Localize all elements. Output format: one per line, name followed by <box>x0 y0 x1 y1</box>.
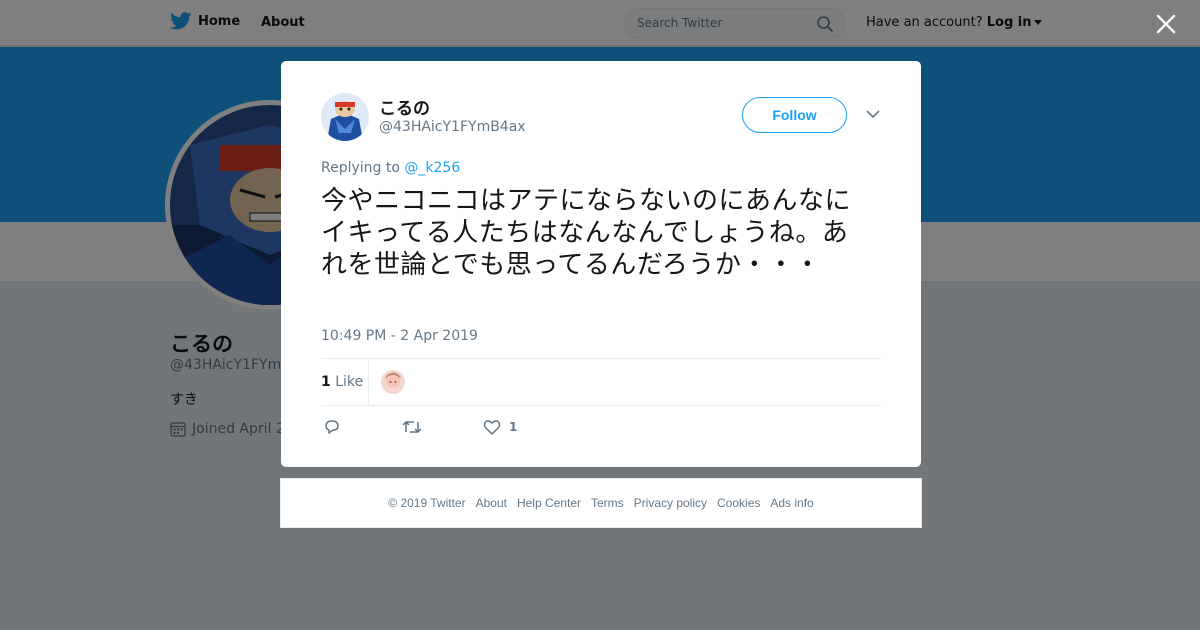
tweet-stats: 1 Like <box>321 358 881 406</box>
footer: © 2019 Twitter About Help Center Terms P… <box>280 478 922 528</box>
footer-copyright: © 2019 Twitter <box>388 496 466 510</box>
tweet-modal: こるの @43HAicY1FYmB4ax Follow Replying to … <box>281 61 921 467</box>
follow-button[interactable]: Follow <box>742 97 847 133</box>
heart-icon <box>483 420 501 435</box>
footer-link-about[interactable]: About <box>476 496 507 510</box>
liker-avatar-image <box>381 370 405 394</box>
footer-link-privacy[interactable]: Privacy policy <box>634 496 707 510</box>
likes-count-label: Like <box>335 374 364 390</box>
chevron-down-icon[interactable] <box>866 109 880 119</box>
tweet-actions: 1 <box>321 416 621 440</box>
reply-icon <box>325 420 339 434</box>
stats-divider <box>368 359 369 405</box>
author-avatar[interactable] <box>321 93 369 141</box>
author-handle[interactable]: @43HAicY1FYmB4ax <box>379 119 526 135</box>
replying-to-link[interactable]: @_k256 <box>404 160 460 176</box>
replying-prefix: Replying to <box>321 160 400 176</box>
tweet-text: 今やニコニコはアテにならないのにあんなにイキってる人たちはなんなんでしょうね。あ… <box>321 186 852 280</box>
liker-avatar[interactable] <box>381 370 405 394</box>
footer-link-help-center[interactable]: Help Center <box>517 496 581 510</box>
likes-count-value: 1 <box>321 374 331 390</box>
retweet-button[interactable] <box>402 418 422 436</box>
footer-link-ads-info[interactable]: Ads info <box>770 496 813 510</box>
retweet-icon <box>402 421 422 433</box>
likes-count[interactable]: 1 Like <box>321 374 363 390</box>
author-avatar-image <box>321 93 369 141</box>
like-button[interactable]: 1 <box>483 418 517 436</box>
close-icon[interactable] <box>1155 13 1177 35</box>
author-name[interactable]: こるの <box>379 94 430 119</box>
replying-to: Replying to @_k256 <box>321 160 460 176</box>
footer-link-cookies[interactable]: Cookies <box>717 496 760 510</box>
like-action-count: 1 <box>509 420 518 434</box>
reply-button[interactable] <box>323 418 341 436</box>
footer-link-terms[interactable]: Terms <box>591 496 624 510</box>
tweet-timestamp[interactable]: 10:49 PM - 2 Apr 2019 <box>321 328 478 344</box>
